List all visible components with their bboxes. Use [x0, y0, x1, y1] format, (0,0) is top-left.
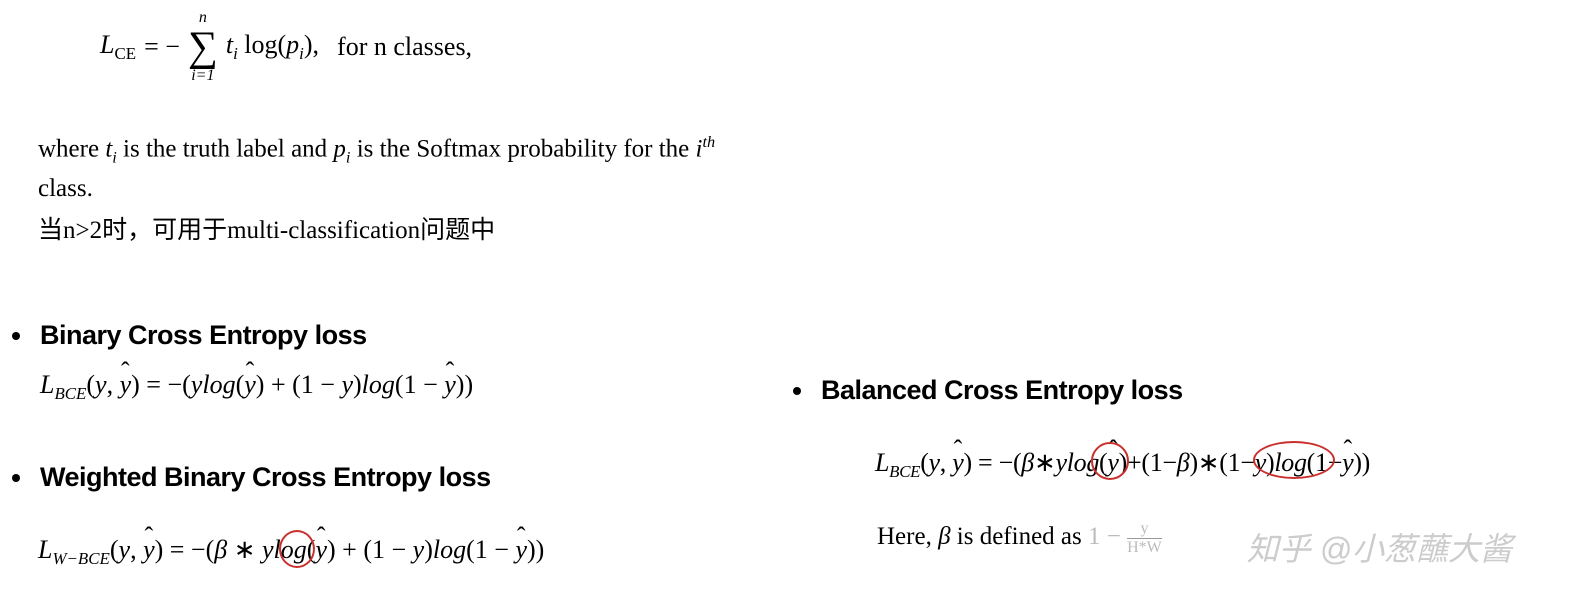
- formula-cross-entropy: LCE = − n ∑ i=1 ti log(pi), for n classe…: [100, 10, 800, 104]
- annotation-circle-oneminusbeta: [1253, 441, 1335, 479]
- bullet-icon: [12, 332, 20, 340]
- bullet-icon: [12, 474, 20, 482]
- section-balanced-ce: Balanced Cross Entropy loss: [793, 375, 1183, 406]
- section-binary-ce: Binary Cross Entropy loss: [12, 320, 367, 351]
- watermark: 知乎 @小葱蘸大酱: [1247, 524, 1512, 570]
- section-title: Balanced Cross Entropy loss: [821, 375, 1183, 406]
- bullet-icon: [793, 387, 801, 395]
- formula-bce: LBCE(y, y) = −(ylog(y) + (1 − y)log(1 − …: [40, 370, 473, 404]
- chinese-note: 当n>2时，可用于multi-classification问题中: [38, 210, 495, 246]
- section-title: Binary Cross Entropy loss: [40, 320, 367, 351]
- section-weighted-bce: Weighted Binary Cross Entropy loss: [12, 462, 491, 493]
- annotation-circle-beta: [279, 530, 315, 568]
- beta-definition: Here, β is defined as 1 − yH*W: [877, 520, 1162, 556]
- summation-symbol: ∑: [188, 26, 218, 68]
- where-description: where ti is the truth label and pi is th…: [38, 130, 738, 207]
- section-title: Weighted Binary Cross Entropy loss: [40, 462, 491, 493]
- annotation-circle-beta2: [1091, 442, 1129, 480]
